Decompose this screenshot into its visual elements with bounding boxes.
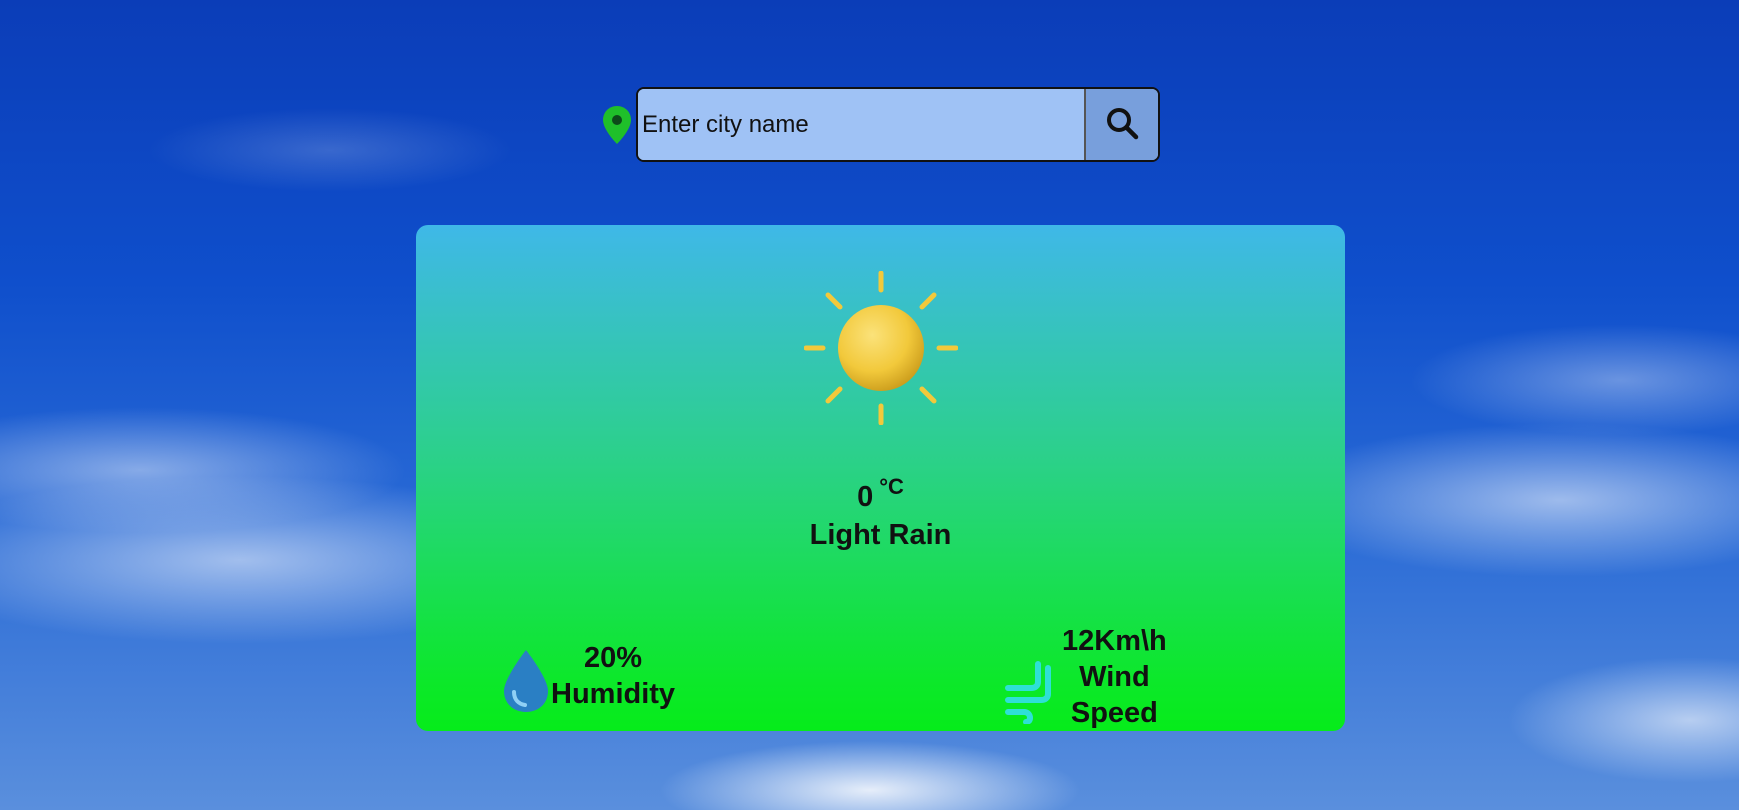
humidity-text: 20% Humidity [551, 640, 675, 712]
search-button[interactable] [1084, 89, 1158, 160]
wind-label-line2: Speed [1070, 697, 1158, 729]
search-box [636, 87, 1160, 162]
wind-icon [1004, 660, 1054, 725]
city-search-input[interactable] [638, 89, 1084, 160]
search-bar [602, 87, 1160, 162]
weather-card: 0 °C Light Rain 20% Humidity 12Km\h Wind… [416, 225, 1345, 731]
wind-text: 12Km\h Wind Speed [1062, 623, 1167, 731]
wind-stat: 12Km\h Wind Speed [1004, 623, 1167, 731]
wind-label-line1: Wind [1079, 661, 1150, 693]
sun-icon [803, 270, 959, 426]
temperature: 0 °C [416, 474, 1345, 514]
humidity-label: Humidity [551, 678, 676, 710]
weather-condition: Light Rain [809, 519, 952, 551]
location-pin-icon [602, 105, 632, 145]
humidity-value: 20% [584, 642, 643, 674]
search-icon [1105, 106, 1139, 143]
wind-value: 12Km\h [1062, 625, 1167, 657]
water-drop-icon [501, 648, 551, 714]
humidity-stat: 20% Humidity [501, 638, 675, 714]
temperature-value: 0 [857, 481, 874, 513]
temperature-unit: °C [879, 474, 904, 499]
